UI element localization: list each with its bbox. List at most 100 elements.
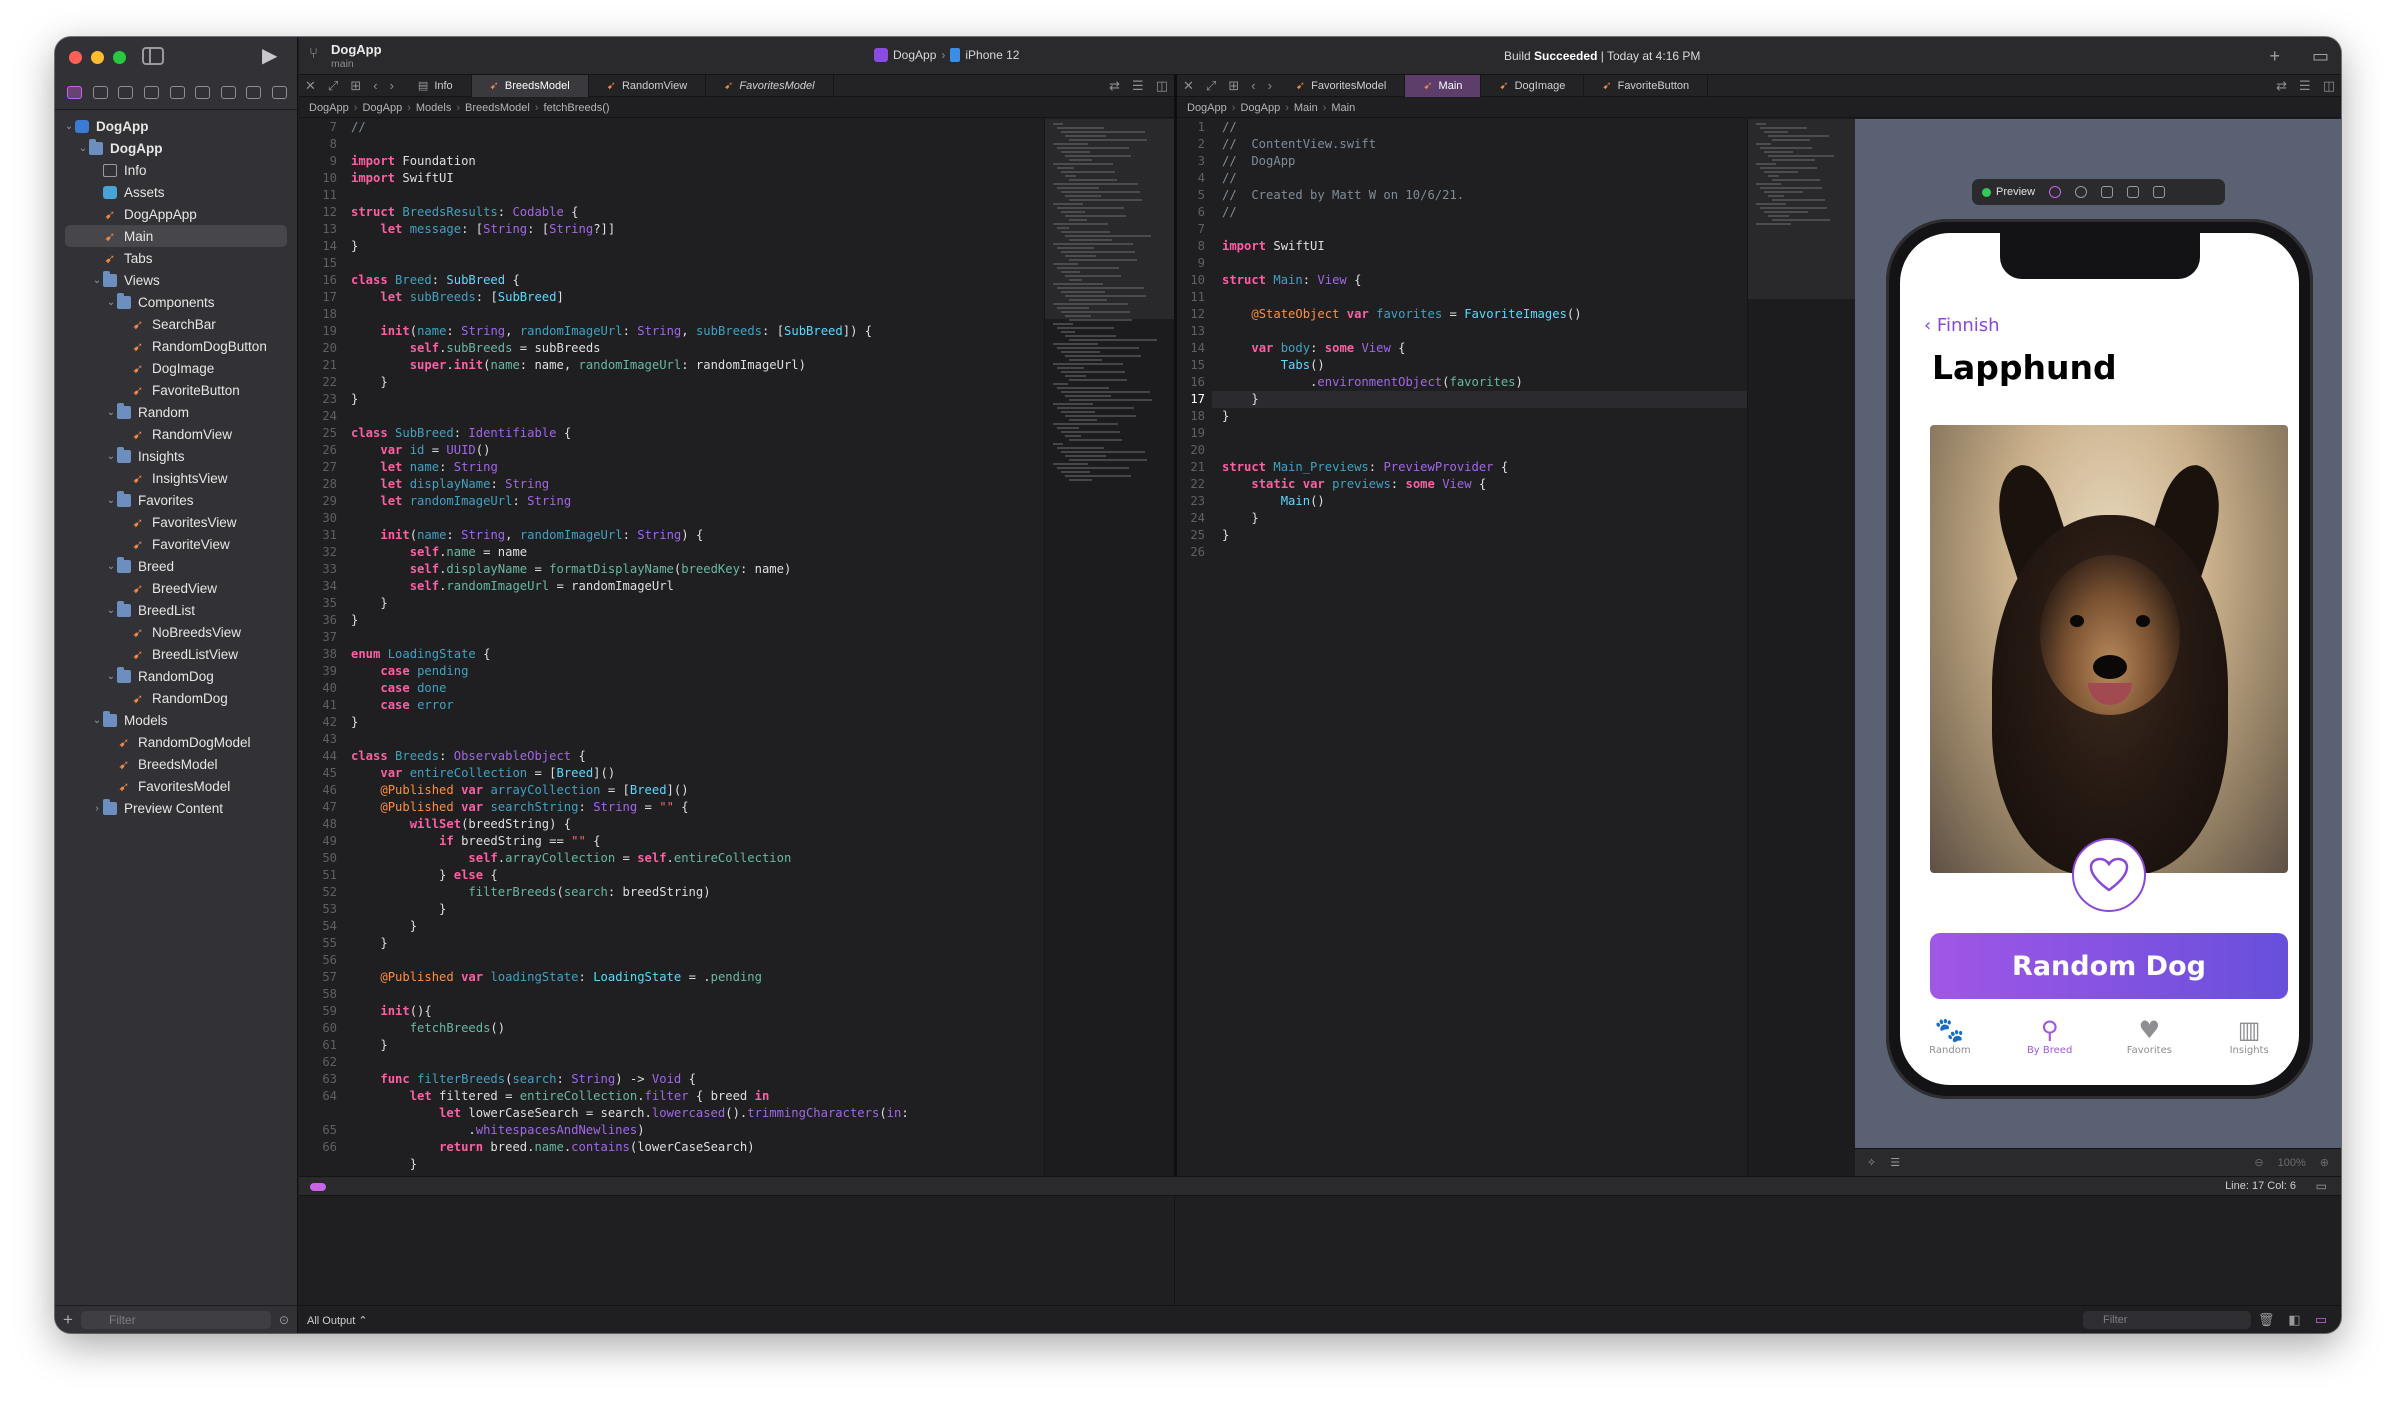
duplicate-preview-icon[interactable] (2153, 186, 2166, 198)
source-control-navigator-icon[interactable] (92, 85, 108, 99)
navigator-item[interactable]: ⌄ Models (55, 709, 297, 731)
tab-favoritesmodel[interactable]: ➹ FavoritesModel (706, 74, 834, 97)
tab-main[interactable]: ➹ Main (1405, 74, 1482, 97)
navigator-item[interactable]: ➹ InsightsView (55, 467, 297, 489)
console-layout-icon[interactable]: ▭ (2315, 1312, 2327, 1328)
close-editor-icon[interactable]: ✕ (1183, 78, 1194, 94)
add-file-button[interactable]: + (63, 1310, 73, 1330)
find-navigator-icon[interactable] (143, 85, 159, 99)
tab-by-breed[interactable]: ⚲ By Breed (2005, 1015, 2095, 1075)
close-window-button[interactable] (69, 51, 82, 64)
refresh-icon[interactable]: ⇄ (2276, 78, 2287, 94)
navigator-item[interactable]: ⌄ DogApp (55, 115, 297, 137)
jump-item[interactable]: DogApp (309, 102, 349, 114)
navigator-item[interactable]: ➹ FavoritesView (55, 511, 297, 533)
navigator-item[interactable]: ➹ RandomView (55, 423, 297, 445)
tab-info[interactable]: ▤ Info (400, 74, 472, 97)
jump-item[interactable]: Main (1294, 102, 1318, 114)
live-preview-icon[interactable] (2049, 186, 2062, 198)
navigator-item[interactable]: ➹ SearchBar (55, 313, 297, 335)
navigator-item[interactable]: ⌄ Views (55, 269, 297, 291)
disclosure-chevron-icon[interactable]: ⌄ (63, 121, 75, 132)
disclosure-chevron-icon[interactable]: ⌄ (105, 297, 117, 308)
navigator-item[interactable]: ⌄ BreedList (55, 599, 297, 621)
tab-breedsmodel[interactable]: ➹ BreedsModel (471, 74, 589, 97)
symbol-navigator-icon[interactable] (118, 85, 134, 99)
navigator-item[interactable]: ⌄ Insights (55, 445, 297, 467)
disclosure-chevron-icon[interactable]: › (91, 803, 103, 814)
preview-canvas[interactable]: Preview ‹ Finnish Lapphund Random Dog 🐾 … (1855, 119, 2341, 1148)
navigator-item[interactable]: Info (55, 159, 297, 181)
navigator-item[interactable]: ➹ BreedsModel (55, 753, 297, 775)
disclosure-chevron-icon[interactable]: ⌄ (105, 605, 117, 616)
console-filter-input[interactable]: Filter (2083, 1311, 2251, 1329)
navigator-item[interactable]: ⌄ Components (55, 291, 297, 313)
disclosure-chevron-icon[interactable]: ⌄ (105, 671, 117, 682)
navigator-item[interactable]: ➹ FavoritesModel (55, 775, 297, 797)
jump-item[interactable]: DogApp (1240, 102, 1280, 114)
jump-item[interactable]: DogApp (1187, 102, 1227, 114)
tab-random[interactable]: 🐾 Random (1905, 1015, 1995, 1075)
zoom-out-icon[interactable]: ⊖ (2254, 1156, 2263, 1169)
close-editor-icon[interactable]: ✕ (305, 78, 316, 94)
split-view-icon[interactable]: ◧ (2288, 1312, 2300, 1328)
back-button[interactable]: ‹ Finnish (1924, 315, 2000, 336)
inspector-toggle-icon[interactable]: ▭ (2312, 46, 2329, 67)
breakpoint-navigator-icon[interactable] (246, 85, 262, 99)
sidebar-toggle-icon[interactable] (142, 47, 164, 65)
tab-dogimage[interactable]: ➹ DogImage (1481, 74, 1585, 97)
editor-options-icon[interactable]: ☰ (1132, 78, 1144, 94)
run-button[interactable]: ▶ (262, 46, 277, 66)
jump-item[interactable]: fetchBreeds() (544, 102, 610, 114)
device-settings-icon[interactable] (2127, 186, 2140, 198)
navigator-item[interactable]: ⌄ Breed (55, 555, 297, 577)
navigator-item[interactable]: ➹ DogAppApp (55, 203, 297, 225)
editor-options-icon[interactable]: ☰ (2299, 78, 2311, 94)
debug-toggle-icon[interactable] (310, 1183, 326, 1191)
navigator-item[interactable]: ⌄ Favorites (55, 489, 297, 511)
tab-randomview[interactable]: ➹ RandomView (589, 74, 707, 97)
trash-icon[interactable]: 🗑 (2258, 1312, 2275, 1328)
zoom-level[interactable]: 100% (2278, 1157, 2306, 1169)
minimap[interactable] (1044, 119, 1174, 1176)
split-editor-icon[interactable]: ◫ (1156, 78, 1168, 94)
random-dog-button[interactable]: Random Dog (1930, 933, 2288, 999)
navigator-item[interactable]: ➹ BreedListView (55, 643, 297, 665)
tab-favoritebutton[interactable]: ➹ FavoriteButton (1584, 74, 1709, 97)
jump-item[interactable]: Models (416, 102, 451, 114)
report-navigator-icon[interactable] (272, 85, 287, 99)
navigator-item[interactable]: ➹ RandomDogButton (55, 335, 297, 357)
navigator-item[interactable]: Assets (55, 181, 297, 203)
minimap[interactable] (1747, 119, 1855, 1176)
navigator-item[interactable]: ➹ NoBreedsView (55, 621, 297, 643)
zoom-in-icon[interactable]: ⊕ (2320, 1156, 2329, 1169)
right-source-editor[interactable]: 1 2 3 4 5 6 7 8 9 10 11 12 13 14 15 16 17 18 19 20 21 22 23 24 2… (1177, 119, 1855, 1176)
zoom-window-button[interactable] (113, 51, 126, 64)
disclosure-chevron-icon[interactable]: ⌄ (105, 407, 117, 418)
favorite-button[interactable] (2072, 838, 2146, 912)
recent-files-icon[interactable]: ⊙ (279, 1313, 289, 1327)
preview-pin[interactable]: Preview (1982, 186, 2035, 198)
run-destination[interactable]: DogApp › iPhone 12 (874, 48, 1019, 62)
navigator-item[interactable]: ➹ RandomDogModel (55, 731, 297, 753)
related-items-icon[interactable]: ⊞ (1228, 78, 1239, 94)
disclosure-chevron-icon[interactable]: ⌄ (77, 143, 89, 154)
disclosure-chevron-icon[interactable]: ⌄ (105, 451, 117, 462)
test-navigator-icon[interactable] (195, 85, 211, 99)
navigator-item[interactable]: ⌄ RandomDog (55, 665, 297, 687)
tab-insights[interactable]: ▥ Insights (2204, 1015, 2294, 1075)
navigator-item[interactable]: ➹ DogImage (55, 357, 297, 379)
back-icon[interactable]: ‹ (1251, 78, 1255, 93)
navigator-item[interactable]: ➹ BreedView (55, 577, 297, 599)
minimize-window-button[interactable] (91, 51, 104, 64)
tab-favoritesmodel-right[interactable]: ➹ FavoritesModel (1278, 74, 1406, 97)
debug-navigator-icon[interactable] (220, 85, 236, 99)
navigator-item[interactable]: ➹ RandomDog (55, 687, 297, 709)
scheme-name[interactable]: DogApp (331, 42, 382, 57)
forward-icon[interactable]: › (390, 78, 394, 93)
refresh-icon[interactable]: ⇄ (1109, 78, 1120, 94)
jump-item[interactable]: BreedsModel (465, 102, 530, 114)
related-items-icon[interactable]: ⊞ (350, 78, 361, 94)
navigator-item[interactable]: ➹ Main (65, 225, 287, 247)
disclosure-chevron-icon[interactable]: ⌄ (91, 715, 103, 726)
